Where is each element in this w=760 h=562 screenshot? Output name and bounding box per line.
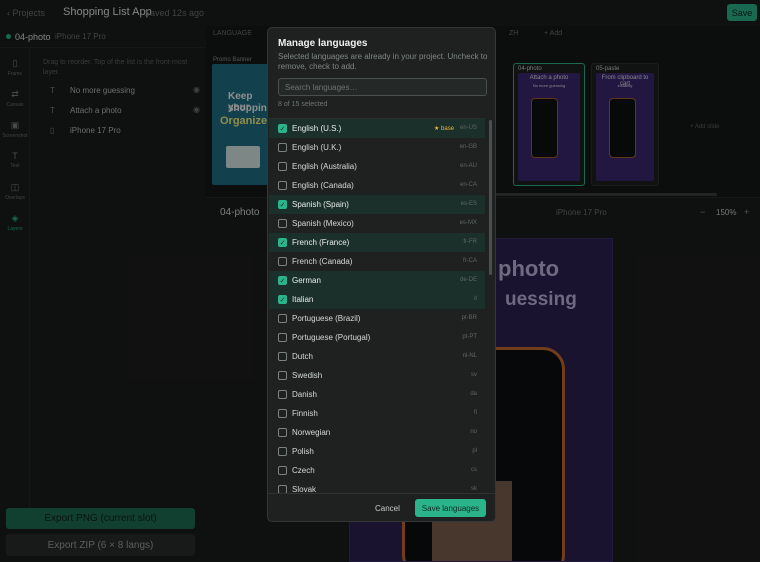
language-code: sk (471, 486, 477, 492)
language-list-scrollbar[interactable] (489, 120, 492, 275)
checkbox[interactable] (278, 466, 287, 475)
checkbox[interactable] (278, 181, 287, 190)
language-name: Slovak (292, 485, 317, 493)
language-name: Norwegian (292, 428, 331, 437)
language-name: French (Canada) (292, 257, 353, 266)
language-row[interactable]: Portuguese (Portugal) pt-PT (269, 328, 485, 347)
manage-languages-dialog: Manage languages Selected languages are … (267, 27, 496, 522)
language-name: Czech (292, 466, 315, 475)
language-row[interactable]: Finnish fi (269, 404, 485, 423)
language-list: ✓ English (U.S.) ★ base en-US English (U.K.)… (269, 118, 485, 493)
save-languages-button[interactable]: Save languages (415, 499, 486, 517)
language-code: no (470, 429, 477, 435)
language-search-input[interactable] (278, 78, 487, 96)
language-row[interactable]: ✓ English (U.S.) ★ base en-US (269, 119, 485, 138)
language-name: English (U.S.) (292, 124, 342, 133)
language-row[interactable]: Spanish (Mexico) es-MX (269, 214, 485, 233)
language-code: en-GB (459, 144, 477, 150)
language-row[interactable]: Swedish sv (269, 366, 485, 385)
dialog-description: Selected languages are already in your p… (278, 52, 488, 71)
language-code: pl (472, 448, 477, 454)
language-row[interactable]: Dutch nl-NL (269, 347, 485, 366)
checkbox-checked[interactable]: ✓ (278, 124, 287, 133)
language-row[interactable]: ✓ French (France) fr-FR (269, 233, 485, 252)
language-name: Swedish (292, 371, 323, 380)
language-code: it (474, 296, 477, 302)
language-name: English (U.K.) (292, 143, 342, 152)
language-row[interactable]: English (Australia) en-AU (269, 157, 485, 176)
language-code: sv (471, 372, 477, 378)
checkbox[interactable] (278, 219, 287, 228)
dialog-footer: Cancel Save languages (268, 493, 495, 521)
language-row[interactable]: ✓ Spanish (Spain) es-ES (269, 195, 485, 214)
language-code: fr-CA (463, 258, 477, 264)
checkbox[interactable] (278, 352, 287, 361)
checkbox-checked[interactable]: ✓ (278, 200, 287, 209)
language-name: English (Australia) (292, 162, 357, 171)
language-name: Finnish (292, 409, 318, 418)
dialog-title: Manage languages (278, 38, 368, 49)
language-name: Spanish (Spain) (292, 200, 349, 209)
checkbox[interactable] (278, 390, 287, 399)
checkbox[interactable] (278, 314, 287, 323)
language-name: French (France) (292, 238, 350, 247)
language-code: es-MX (459, 220, 477, 226)
language-name: English (Canada) (292, 181, 354, 190)
checkbox-checked[interactable]: ✓ (278, 276, 287, 285)
language-name: Dutch (292, 352, 313, 361)
checkbox[interactable] (278, 162, 287, 171)
checkbox[interactable] (278, 409, 287, 418)
language-row[interactable]: English (U.K.) en-GB (269, 138, 485, 157)
checkbox[interactable] (278, 485, 287, 493)
language-row[interactable]: Danish da (269, 385, 485, 404)
checkbox-checked[interactable]: ✓ (278, 238, 287, 247)
cancel-button[interactable]: Cancel (375, 504, 400, 513)
language-code: pt-PT (462, 334, 477, 340)
language-code: nl-NL (462, 353, 477, 359)
language-name: Danish (292, 390, 317, 399)
language-code: fi (474, 410, 477, 416)
checkbox-checked[interactable]: ✓ (278, 295, 287, 304)
language-row[interactable]: Polish pl (269, 442, 485, 461)
language-code: de-DE (459, 277, 477, 283)
language-code: cs (471, 467, 477, 473)
checkbox[interactable] (278, 333, 287, 342)
language-name: German (292, 276, 321, 285)
language-name: Portuguese (Portugal) (292, 333, 371, 342)
checkbox[interactable] (278, 428, 287, 437)
language-name: Spanish (Mexico) (292, 219, 354, 228)
language-name: Italian (292, 295, 314, 304)
selected-count: 8 of 15 selected (278, 101, 328, 108)
language-row[interactable]: Czech cs (269, 461, 485, 480)
language-row[interactable]: ✓ Italian it (269, 290, 485, 309)
language-row[interactable]: ✓ German de-DE (269, 271, 485, 290)
language-row[interactable]: Norwegian no (269, 423, 485, 442)
language-row[interactable]: Slovak sk (269, 480, 485, 493)
language-row[interactable]: French (Canada) fr-CA (269, 252, 485, 271)
language-code: da (470, 391, 477, 397)
checkbox[interactable] (278, 257, 287, 266)
language-row[interactable]: Portuguese (Brazil) pt-BR (269, 309, 485, 328)
language-name: Polish (292, 447, 314, 456)
base-language-badge: ★ base (434, 126, 455, 132)
checkbox[interactable] (278, 447, 287, 456)
language-code: en-CA (459, 182, 477, 188)
language-name: Portuguese (Brazil) (292, 314, 361, 323)
checkbox[interactable] (278, 143, 287, 152)
language-row[interactable]: English (Canada) en-CA (269, 176, 485, 195)
language-code: es-ES (460, 201, 477, 207)
language-code: en-US (459, 125, 477, 131)
checkbox[interactable] (278, 371, 287, 380)
language-code: fr-FR (463, 239, 477, 245)
language-code: en-AU (459, 163, 477, 169)
language-code: pt-BR (461, 315, 477, 321)
